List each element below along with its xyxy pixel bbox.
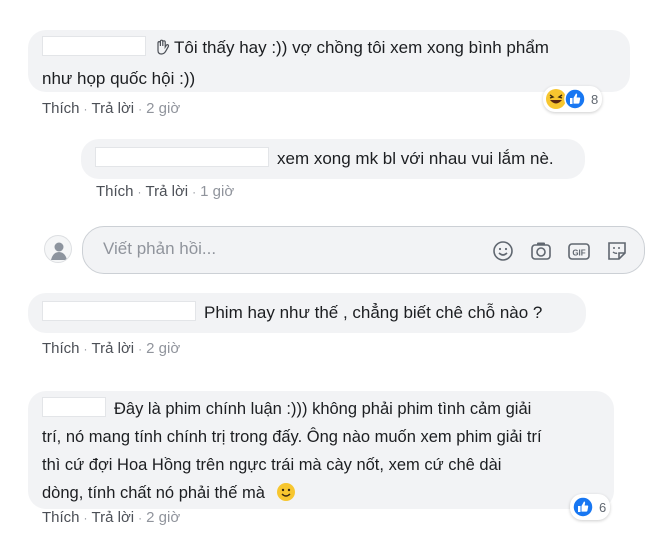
reaction-count: 8: [591, 91, 599, 107]
comment-actions: Thích · Trả lời · 2 giờ: [42, 100, 181, 117]
comment-text: trí, nó mang tính chính trị trong đấy. Ô…: [42, 428, 542, 446]
comment-text: Đây là phim chính luận :))) không phải p…: [114, 400, 532, 418]
reaction-summary[interactable]: 6: [570, 494, 611, 520]
comment-text: Phim hay như thế , chẳng biết chê chỗ nà…: [204, 303, 543, 322]
emoji-icon[interactable]: [490, 238, 516, 264]
redacted-commenter-name[interactable]: [42, 397, 106, 417]
timestamp[interactable]: 2 giờ: [146, 100, 180, 117]
timestamp[interactable]: 2 giờ: [146, 509, 180, 526]
sticker-icon[interactable]: [604, 238, 630, 264]
wave-hand-icon: [154, 37, 174, 65]
redacted-commenter-name[interactable]: [95, 147, 269, 167]
like-link[interactable]: Thích: [42, 509, 80, 526]
comment-text: thì cứ đợi Hoa Hồng trên ngực trái mà cà…: [42, 456, 502, 474]
reply-actions: Thích · Trả lời · 1 giờ: [96, 183, 235, 200]
reaction-summary[interactable]: 8: [543, 86, 603, 112]
reaction-count: 6: [599, 499, 607, 515]
reply-bubble: xem xong mk bl với nhau vui lắm nè.: [81, 139, 585, 179]
avatar[interactable]: [44, 235, 72, 263]
like-icon: [564, 88, 586, 110]
svg-text:GIF: GIF: [572, 249, 585, 258]
comment-bubble: Phim hay như thế , chẳng biết chê chỗ nà…: [28, 293, 586, 333]
reply-input[interactable]: Viết phản hồi... GIF: [82, 226, 645, 274]
comment-text: như họp quốc hội :)): [42, 69, 196, 88]
gif-icon[interactable]: GIF: [566, 238, 592, 264]
smiley-emoji-icon: [276, 482, 296, 511]
like-link[interactable]: Thích: [42, 100, 80, 117]
like-link[interactable]: Thích: [42, 340, 80, 357]
like-icon: [572, 496, 594, 518]
timestamp[interactable]: 1 giờ: [200, 183, 234, 200]
reply-placeholder: Viết phản hồi...: [103, 239, 217, 258]
comment-bubble: Tôi thấy hay :)) vợ chồng tôi xem xong b…: [28, 30, 630, 92]
comment-actions: Thích · Trả lời · 2 giờ: [42, 509, 181, 526]
redacted-commenter-name[interactable]: [42, 36, 146, 56]
camera-icon[interactable]: [528, 238, 554, 264]
comment-actions: Thích · Trả lời · 2 giờ: [42, 340, 181, 357]
reply-link[interactable]: Trả lời: [92, 509, 135, 526]
comment-text: Tôi thấy hay :)) vợ chồng tôi xem xong b…: [174, 38, 549, 57]
reply-link[interactable]: Trả lời: [146, 183, 189, 200]
reply-link[interactable]: Trả lời: [92, 340, 135, 357]
reply-text: xem xong mk bl với nhau vui lắm nè.: [277, 149, 554, 168]
reply-link[interactable]: Trả lời: [92, 100, 135, 117]
redacted-commenter-name[interactable]: [42, 301, 196, 321]
timestamp[interactable]: 2 giờ: [146, 340, 180, 357]
comment-bubble: Đây là phim chính luận :))) không phải p…: [28, 391, 614, 509]
like-link[interactable]: Thích: [96, 183, 134, 200]
comment-text: dòng, tính chất nó phải thế mà: [42, 484, 265, 502]
